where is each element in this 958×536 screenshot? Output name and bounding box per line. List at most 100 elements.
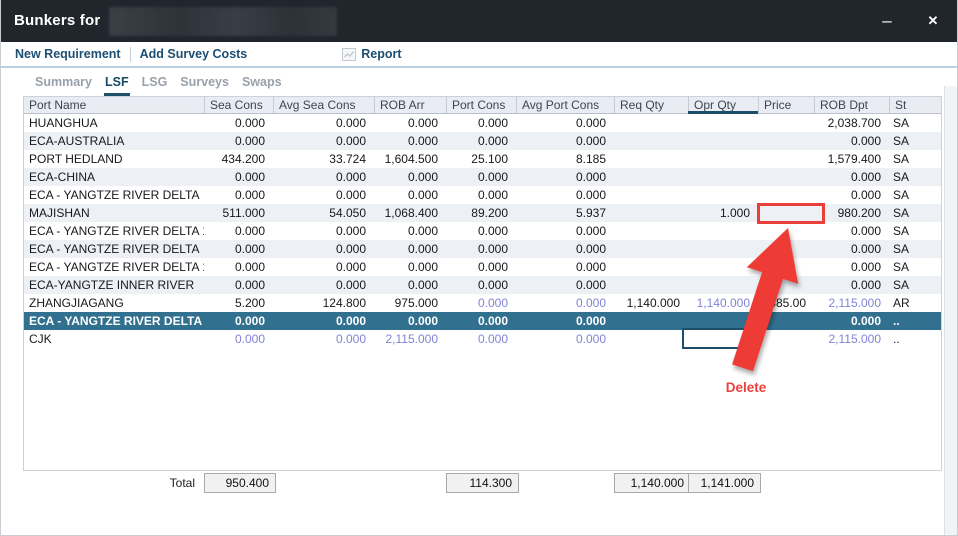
value-cell[interactable]: SA [889, 132, 925, 150]
value-cell[interactable]: 0.000 [446, 294, 516, 312]
value-cell[interactable]: 0.000 [516, 114, 614, 132]
value-cell[interactable]: 0.000 [814, 132, 889, 150]
tab-swaps[interactable]: Swaps [241, 75, 283, 96]
value-cell[interactable]: 8.185 [516, 150, 614, 168]
value-cell[interactable]: SA [889, 222, 925, 240]
value-cell[interactable] [758, 186, 814, 204]
value-cell[interactable]: 0.000 [516, 222, 614, 240]
value-cell[interactable]: 0.000 [204, 240, 273, 258]
value-cell[interactable] [614, 240, 688, 258]
value-cell[interactable]: 0.000 [446, 168, 516, 186]
value-cell[interactable]: 0.000 [814, 312, 889, 330]
report-button[interactable]: Report [342, 47, 401, 61]
value-cell[interactable] [758, 150, 814, 168]
column-header-port-cons[interactable]: Port Cons [446, 97, 516, 113]
value-cell[interactable]: 0.000 [374, 312, 446, 330]
close-button[interactable]: ✕ [919, 0, 947, 42]
value-cell[interactable]: SA [889, 240, 925, 258]
value-cell[interactable]: 0.000 [516, 276, 614, 294]
value-cell[interactable]: 0.000 [204, 330, 273, 348]
value-cell[interactable]: 0.000 [204, 168, 273, 186]
tab-lsf[interactable]: LSF [104, 75, 130, 96]
value-cell[interactable]: 2,115.000 [814, 330, 889, 348]
port-name-cell[interactable]: ECA - YANGTZE RIVER DELTA 1O( [24, 258, 204, 276]
value-cell[interactable]: 0.000 [516, 312, 614, 330]
column-header-avg-sea-cons[interactable]: Avg Sea Cons [273, 97, 374, 113]
value-cell[interactable]: 0.000 [516, 258, 614, 276]
value-cell[interactable] [758, 240, 814, 258]
value-cell[interactable] [758, 222, 814, 240]
value-cell[interactable]: 25.100 [446, 150, 516, 168]
value-cell[interactable]: 0.000 [273, 258, 374, 276]
value-cell[interactable] [688, 186, 758, 204]
value-cell[interactable]: SA [889, 150, 925, 168]
value-cell[interactable]: 0.000 [374, 258, 446, 276]
value-cell[interactable] [614, 114, 688, 132]
value-cell[interactable]: SA [889, 204, 925, 222]
column-header-rob-arr[interactable]: ROB Arr [374, 97, 446, 113]
port-name-cell[interactable]: PORT HEDLAND [24, 150, 204, 168]
vertical-scrollbar[interactable] [944, 86, 957, 535]
value-cell[interactable]: 0.000 [374, 240, 446, 258]
value-cell[interactable] [614, 258, 688, 276]
value-cell[interactable]: 0.000 [446, 114, 516, 132]
port-name-cell[interactable]: ECA-YANGTZE INNER RIVER [24, 276, 204, 294]
value-cell[interactable]: 0.000 [516, 294, 614, 312]
table-row[interactable]: ZHANGJIAGANG5.200124.800975.0000.0000.00… [24, 294, 941, 312]
value-cell[interactable]: 0.000 [446, 222, 516, 240]
table-row[interactable]: ECA-CHINA0.0000.0000.0000.0000.0000.000S… [24, 168, 941, 186]
value-cell[interactable]: 0.000 [273, 222, 374, 240]
value-cell[interactable] [688, 222, 758, 240]
port-name-cell[interactable]: ECA - YANGTZE RIVER DELTA 1O( [24, 312, 204, 330]
value-cell[interactable] [688, 258, 758, 276]
value-cell[interactable]: 0.000 [273, 330, 374, 348]
table-row[interactable]: ECA-AUSTRALIA0.0000.0000.0000.0000.0000.… [24, 132, 941, 150]
value-cell[interactable]: 0.000 [814, 276, 889, 294]
value-cell[interactable] [614, 222, 688, 240]
table-row[interactable]: ECA-YANGTZE INNER RIVER0.0000.0000.0000.… [24, 276, 941, 294]
value-cell[interactable]: 0.000 [814, 258, 889, 276]
value-cell[interactable]: SA [889, 258, 925, 276]
value-cell[interactable]: 585.00 [758, 294, 814, 312]
table-row[interactable]: ECA - YANGTZE RIVER DELTA 1O(0.0000.0000… [24, 222, 941, 240]
value-cell[interactable]: 2,115.000 [814, 294, 889, 312]
value-cell[interactable] [688, 114, 758, 132]
value-cell[interactable] [758, 312, 814, 330]
column-header-rob-dpt[interactable]: ROB Dpt [814, 97, 889, 113]
value-cell[interactable]: 2,038.700 [814, 114, 889, 132]
focused-opr-qty-cell[interactable] [682, 328, 759, 349]
value-cell[interactable]: 5.200 [204, 294, 273, 312]
tab-summary[interactable]: Summary [34, 75, 93, 96]
value-cell[interactable]: 0.000 [374, 114, 446, 132]
value-cell[interactable]: 0.000 [814, 222, 889, 240]
table-row[interactable]: PORT HEDLAND434.20033.7241,604.50025.100… [24, 150, 941, 168]
value-cell[interactable]: 0.000 [516, 168, 614, 186]
value-cell[interactable]: 0.000 [204, 132, 273, 150]
value-cell[interactable] [614, 186, 688, 204]
port-name-cell[interactable]: ZHANGJIAGANG [24, 294, 204, 312]
value-cell[interactable]: SA [889, 114, 925, 132]
new-requirement-button[interactable]: New Requirement [15, 47, 121, 61]
value-cell[interactable]: 54.050 [273, 204, 374, 222]
value-cell[interactable]: 0.000 [814, 168, 889, 186]
value-cell[interactable] [688, 132, 758, 150]
value-cell[interactable]: 0.000 [516, 186, 614, 204]
value-cell[interactable]: .. [889, 312, 925, 330]
value-cell[interactable] [614, 150, 688, 168]
value-cell[interactable]: 0.000 [446, 258, 516, 276]
value-cell[interactable]: SA [889, 168, 925, 186]
value-cell[interactable]: .. [889, 330, 925, 348]
value-cell[interactable] [688, 168, 758, 186]
value-cell[interactable]: 0.000 [516, 240, 614, 258]
tab-lsg[interactable]: LSG [141, 75, 169, 96]
value-cell[interactable]: AR [889, 294, 925, 312]
table-row[interactable]: ECA - YANGTZE RIVER DELTA0.0000.0000.000… [24, 186, 941, 204]
value-cell[interactable] [758, 276, 814, 294]
value-cell[interactable]: 0.000 [516, 330, 614, 348]
value-cell[interactable] [614, 204, 688, 222]
value-cell[interactable]: 0.000 [814, 186, 889, 204]
value-cell[interactable] [614, 276, 688, 294]
value-cell[interactable]: 0.000 [204, 276, 273, 294]
value-cell[interactable]: 0.000 [374, 186, 446, 204]
value-cell[interactable]: 0.000 [273, 168, 374, 186]
